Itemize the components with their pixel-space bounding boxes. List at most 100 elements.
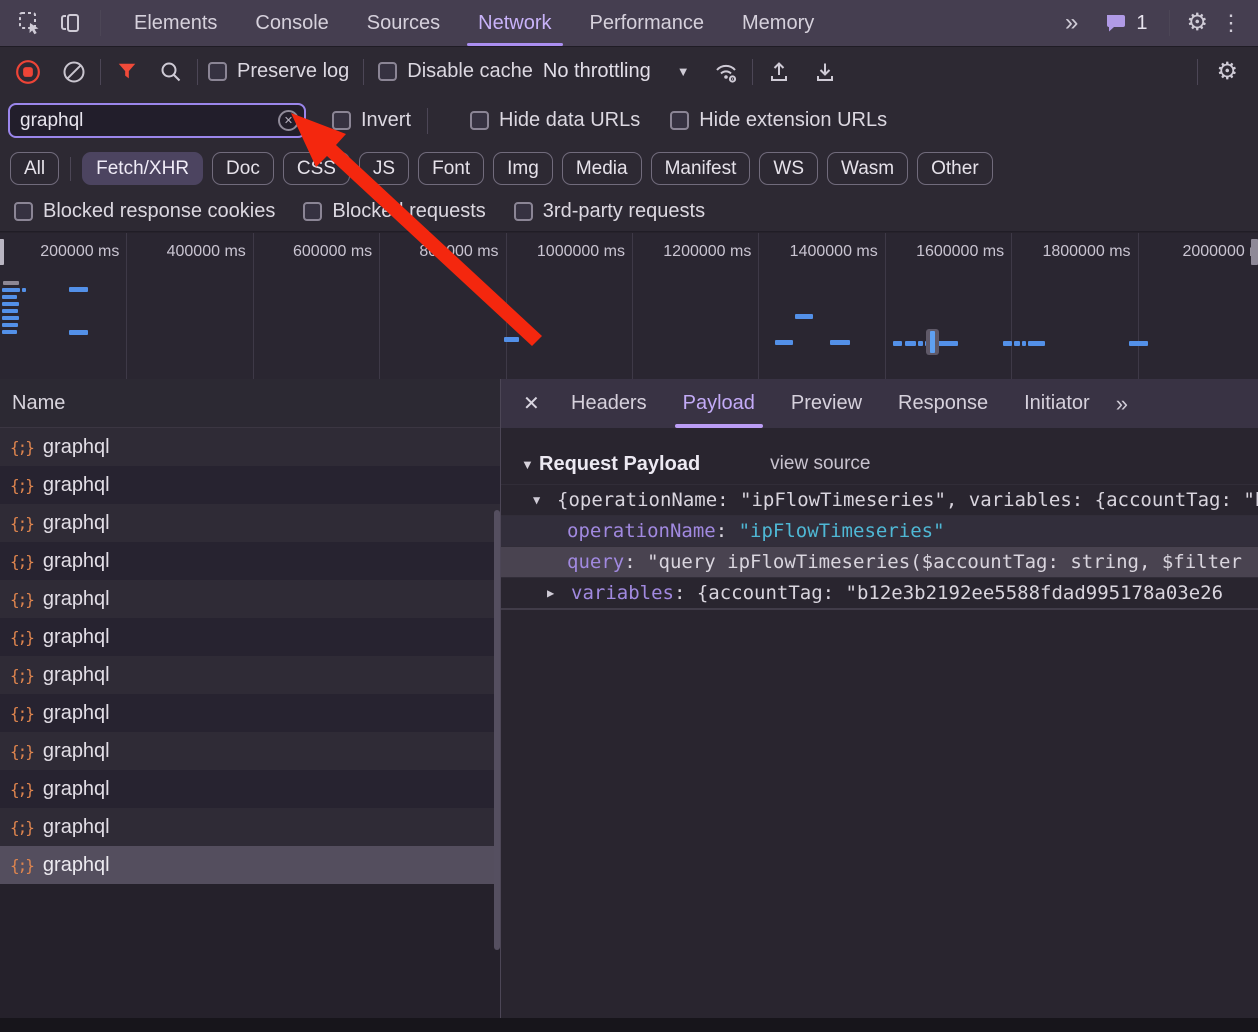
request-row[interactable]: {;}graphql <box>0 846 500 884</box>
request-name: graphql <box>43 512 110 535</box>
request-row[interactable]: {;}graphql <box>0 504 500 542</box>
search-icon <box>159 60 183 84</box>
waterfall-bar <box>1028 341 1045 346</box>
hide-extension-urls-checkbox[interactable]: Hide extension URLs <box>670 109 887 132</box>
overview-gridline <box>885 233 886 379</box>
request-row[interactable]: {;}graphql <box>0 542 500 580</box>
tab-console[interactable]: Console <box>236 0 347 46</box>
device-toolbar-button[interactable] <box>54 7 86 39</box>
request-row[interactable]: {;}graphql <box>0 656 500 694</box>
request-row[interactable]: {;}graphql <box>0 618 500 656</box>
chip-media[interactable]: Media <box>562 152 642 185</box>
tab-performance[interactable]: Performance <box>571 0 724 46</box>
blocked-response-cookies-label: Blocked response cookies <box>43 200 275 223</box>
disable-cache-checkbox[interactable]: Disable cache <box>378 60 533 83</box>
checkbox-3rd-party-requests[interactable]: 3rd-party requests <box>514 200 705 223</box>
hide-data-urls-checkbox[interactable]: Hide data URLs <box>470 109 640 132</box>
request-row[interactable]: {;}graphql <box>0 466 500 504</box>
export-har-button[interactable] <box>809 56 841 88</box>
request-name: graphql <box>43 778 110 801</box>
overview-selection-marker[interactable] <box>926 329 939 355</box>
checkbox-blocked-requests[interactable]: Blocked requests <box>303 200 485 223</box>
waterfall-bar <box>2 302 19 306</box>
payload-row[interactable]: ▼{operationName: "ipFlowTimeseries", var… <box>501 484 1258 515</box>
chip-js[interactable]: JS <box>359 152 409 185</box>
more-panels-icon[interactable]: » <box>1065 11 1078 35</box>
details-tab-preview[interactable]: Preview <box>773 379 880 428</box>
overview-gridline <box>253 233 254 379</box>
details-tab-initiator[interactable]: Initiator <box>1006 379 1108 428</box>
chip-ws[interactable]: WS <box>759 152 818 185</box>
chip-wasm[interactable]: Wasm <box>827 152 908 185</box>
tab-elements[interactable]: Elements <box>115 0 236 46</box>
invert-checkbox[interactable]: Invert <box>332 109 411 132</box>
toolbar-divider <box>1197 59 1198 85</box>
kebab-menu-icon[interactable]: ⋮ <box>1214 12 1248 34</box>
json-braces-icon: {;} <box>10 628 33 647</box>
details-tab-payload[interactable]: Payload <box>665 379 773 428</box>
overview-gridline <box>126 233 127 379</box>
chip-other[interactable]: Other <box>917 152 993 185</box>
chip-doc[interactable]: Doc <box>212 152 274 185</box>
settings-gear-icon[interactable]: ⚙ <box>1186 11 1208 35</box>
name-column-header[interactable]: Name <box>0 379 500 428</box>
payload-row[interactable]: operationName: "ipFlowTimeseries" <box>501 515 1258 546</box>
chip-font[interactable]: Font <box>418 152 484 185</box>
toolbar-divider <box>100 59 101 85</box>
request-row[interactable]: {;}graphql <box>0 808 500 846</box>
record-network-log-button[interactable] <box>12 56 44 88</box>
close-details-icon[interactable]: ✕ <box>515 391 553 416</box>
request-row[interactable]: {;}graphql <box>0 580 500 618</box>
tabbar-divider <box>1169 10 1170 36</box>
marker-bar <box>930 331 935 353</box>
request-row[interactable]: {;}graphql <box>0 732 500 770</box>
details-tab-headers[interactable]: Headers <box>553 379 665 428</box>
network-settings-gear-icon[interactable]: ⚙ <box>1208 60 1246 84</box>
expanded-triangle-icon[interactable]: ▼ <box>533 493 557 507</box>
import-har-button[interactable] <box>763 56 795 88</box>
request-row[interactable]: {;} graphql <box>0 770 500 808</box>
checkbox-icon <box>514 202 533 221</box>
expand-triangle-icon[interactable]: ▼ <box>521 457 539 472</box>
details-tab-response[interactable]: Response <box>880 379 1006 428</box>
waterfall-bar <box>69 330 88 335</box>
waterfall-bar <box>2 309 18 313</box>
toolbar-divider <box>100 10 101 36</box>
filter-input-wrap: ✕ <box>8 103 306 138</box>
network-conditions-button[interactable] <box>710 56 742 88</box>
search-button[interactable] <box>155 56 187 88</box>
payload-row[interactable]: ▶variables: {accountTag: "b12e3b2192ee55… <box>501 577 1258 608</box>
chip-manifest[interactable]: Manifest <box>651 152 751 185</box>
tab-sources[interactable]: Sources <box>348 0 459 46</box>
inspect-element-button[interactable] <box>14 7 46 39</box>
tab-network[interactable]: Network <box>459 0 570 46</box>
network-overview-strip[interactable]: 200000 ms400000 ms600000 ms800000 ms1000… <box>0 233 1258 381</box>
json-braces-icon: {;} <box>10 438 33 457</box>
chip-fetch-xhr[interactable]: Fetch/XHR <box>82 152 203 185</box>
json-braces-icon: {;} <box>10 780 33 799</box>
request-row[interactable]: {;}graphql <box>0 428 500 466</box>
checkbox-blocked-response-cookies[interactable]: Blocked response cookies <box>14 200 275 223</box>
waterfall-bar <box>918 341 923 346</box>
chip-css[interactable]: CSS <box>283 152 350 185</box>
issues-button[interactable]: 1 <box>1098 12 1153 35</box>
view-source-link[interactable]: view source <box>770 453 870 475</box>
preserve-log-checkbox[interactable]: Preserve log <box>208 60 349 83</box>
request-row[interactable]: {;}graphql <box>0 694 500 732</box>
filter-toggle-button[interactable] <box>111 56 143 88</box>
filter-input[interactable] <box>8 103 306 138</box>
filter-row: ✕ Invert Hide data URLs Hide extension U… <box>0 96 1258 145</box>
chip-img[interactable]: Img <box>493 152 553 185</box>
clear-filter-icon[interactable]: ✕ <box>278 110 299 131</box>
payload-row[interactable]: query: "query ipFlowTimeseries($accountT… <box>501 546 1258 577</box>
chip-all[interactable]: All <box>10 152 59 185</box>
waterfall-bar <box>2 323 18 327</box>
more-tabs-icon[interactable]: » <box>1116 391 1128 417</box>
scrollbar-thumb[interactable] <box>494 510 500 950</box>
record-icon <box>15 59 41 85</box>
collapsed-triangle-icon[interactable]: ▶ <box>547 586 571 600</box>
checkbox-icon <box>470 111 489 130</box>
throttling-select[interactable]: No throttling ▼ <box>543 60 690 83</box>
clear-network-log-button[interactable] <box>58 56 90 88</box>
tab-memory[interactable]: Memory <box>723 0 833 46</box>
